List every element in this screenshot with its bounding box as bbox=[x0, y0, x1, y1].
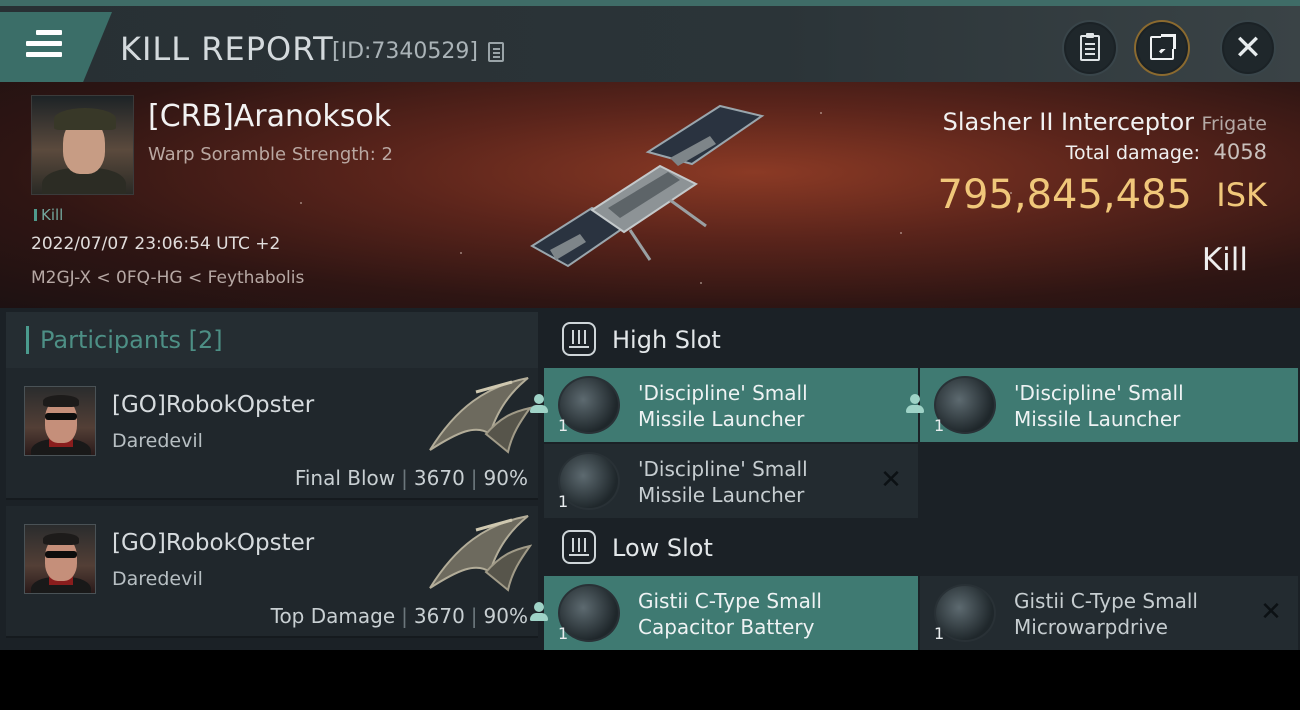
total-damage-label: Total damage: bbox=[1065, 142, 1200, 164]
module-item[interactable]: 1 Gistii C-Type Small Microwarpdrive ✕ bbox=[920, 576, 1298, 650]
module-item[interactable]: 1 Gistii C-Type Small Capacitor Battery bbox=[530, 576, 918, 650]
total-damage-value: 4058 bbox=[1213, 140, 1267, 164]
kill-report-window: KILL REPORT [ID:7340529] ✕ [CRB]Aranokso… bbox=[0, 0, 1300, 650]
menu-icon[interactable] bbox=[26, 30, 62, 58]
victim-portrait[interactable] bbox=[31, 95, 134, 195]
victim-subtitle: Warp Soramble Strength: 2 bbox=[148, 144, 393, 165]
module-quantity: 1 bbox=[558, 416, 569, 435]
participant-percent: 90% bbox=[483, 466, 528, 490]
kill-location[interactable]: M2GJ-X < 0FQ-HG < Feythabolis bbox=[31, 268, 304, 288]
victim-ship-image[interactable] bbox=[520, 100, 780, 280]
isk-value: 795,845,485 bbox=[937, 172, 1192, 218]
participant-ship: Daredevil bbox=[112, 568, 203, 590]
participant-damage: 3670 bbox=[413, 604, 465, 628]
slot-icon bbox=[562, 322, 596, 356]
high-slot-header: High Slot bbox=[544, 312, 1300, 368]
participant-row[interactable]: [GO]RobokOpster Daredevil Final Blow | 367… bbox=[6, 368, 538, 500]
close-icon: ✕ bbox=[1233, 28, 1263, 68]
module-item[interactable]: 1 'Discipline' Small Missile Launcher bbox=[906, 368, 1298, 442]
person-icon bbox=[528, 600, 550, 624]
person-icon bbox=[528, 392, 550, 416]
x-icon: ✕ bbox=[880, 465, 902, 495]
kill-timestamp: 2022/07/07 23:06:54 UTC +2 bbox=[31, 234, 281, 254]
module-name: 'Discipline' Small Missile Launcher bbox=[1014, 381, 1184, 431]
participant-role: Top Damage bbox=[270, 604, 396, 628]
share-icon bbox=[1150, 34, 1176, 60]
participants-title: Participants [2] bbox=[40, 326, 223, 354]
result-label: Kill bbox=[1201, 242, 1248, 278]
participant-name: [GO]RobokOpster bbox=[112, 530, 315, 556]
low-slot-title: Low Slot bbox=[612, 534, 713, 562]
participant-portrait[interactable] bbox=[24, 386, 96, 456]
participant-name: [GO]RobokOpster bbox=[112, 392, 315, 418]
high-slot-title: High Slot bbox=[612, 326, 721, 354]
participant-ship-image bbox=[429, 377, 532, 454]
participant-percent: 90% bbox=[483, 604, 528, 628]
module-quantity: 1 bbox=[558, 492, 569, 511]
notes-button[interactable] bbox=[1064, 22, 1116, 74]
module-item[interactable]: 1 'Discipline' Small Missile Launcher bbox=[530, 368, 918, 442]
module-quantity: 1 bbox=[934, 624, 945, 643]
fitting-panel: High Slot 1 'Discipline' Small Missile L… bbox=[530, 312, 1300, 650]
module-item[interactable]: 1 'Discipline' Small Missile Launcher ✕ bbox=[544, 444, 918, 518]
ship-class: Frigate bbox=[1201, 113, 1267, 135]
share-button[interactable] bbox=[1136, 22, 1188, 74]
participant-damage: 3670 bbox=[413, 466, 465, 490]
participant-ship: Daredevil bbox=[112, 430, 203, 452]
copy-icon[interactable] bbox=[488, 42, 504, 62]
clipboard-icon bbox=[1080, 33, 1100, 61]
module-name: Gistii C-Type Small Capacitor Battery bbox=[638, 589, 822, 639]
module-name: 'Discipline' Small Missile Launcher bbox=[638, 381, 808, 431]
module-name: 'Discipline' Small Missile Launcher bbox=[638, 457, 808, 507]
person-icon bbox=[904, 392, 926, 416]
participants-header[interactable]: Participants [2] bbox=[6, 312, 538, 368]
participant-stats: Final Blow | 3670 | 90% bbox=[294, 466, 528, 490]
x-icon: ✕ bbox=[1260, 597, 1282, 627]
participant-ship-image bbox=[429, 515, 532, 592]
report-id: [ID:7340529] bbox=[332, 39, 478, 64]
module-name: Gistii C-Type Small Microwarpdrive bbox=[1014, 589, 1198, 639]
isk-unit: ISK bbox=[1216, 176, 1267, 214]
close-button[interactable]: ✕ bbox=[1222, 22, 1274, 74]
module-quantity: 1 bbox=[934, 416, 945, 435]
letterbox-bar bbox=[0, 650, 1300, 710]
participant-portrait[interactable] bbox=[24, 524, 96, 594]
page-title: KILL REPORT bbox=[120, 30, 334, 68]
victim-banner: [CRB]Aranoksok Warp Soramble Strength: 2… bbox=[0, 82, 1300, 308]
slot-icon bbox=[562, 530, 596, 564]
participant-stats: Top Damage | 3670 | 90% bbox=[270, 604, 528, 628]
module-quantity: 1 bbox=[558, 624, 569, 643]
victim-name[interactable]: [CRB]Aranoksok bbox=[148, 99, 391, 134]
kill-tag: Kill bbox=[34, 206, 63, 224]
participants-panel: Participants [2] [GO]RobokOpster Daredev… bbox=[6, 312, 538, 650]
header-bar: KILL REPORT [ID:7340529] ✕ bbox=[0, 0, 1300, 88]
ship-name[interactable]: Slasher II Interceptor bbox=[943, 108, 1194, 136]
low-slot-header: Low Slot bbox=[544, 520, 1300, 576]
participant-role: Final Blow bbox=[294, 466, 396, 490]
participant-row[interactable]: [GO]RobokOpster Daredevil Top Damage | 367… bbox=[6, 506, 538, 638]
